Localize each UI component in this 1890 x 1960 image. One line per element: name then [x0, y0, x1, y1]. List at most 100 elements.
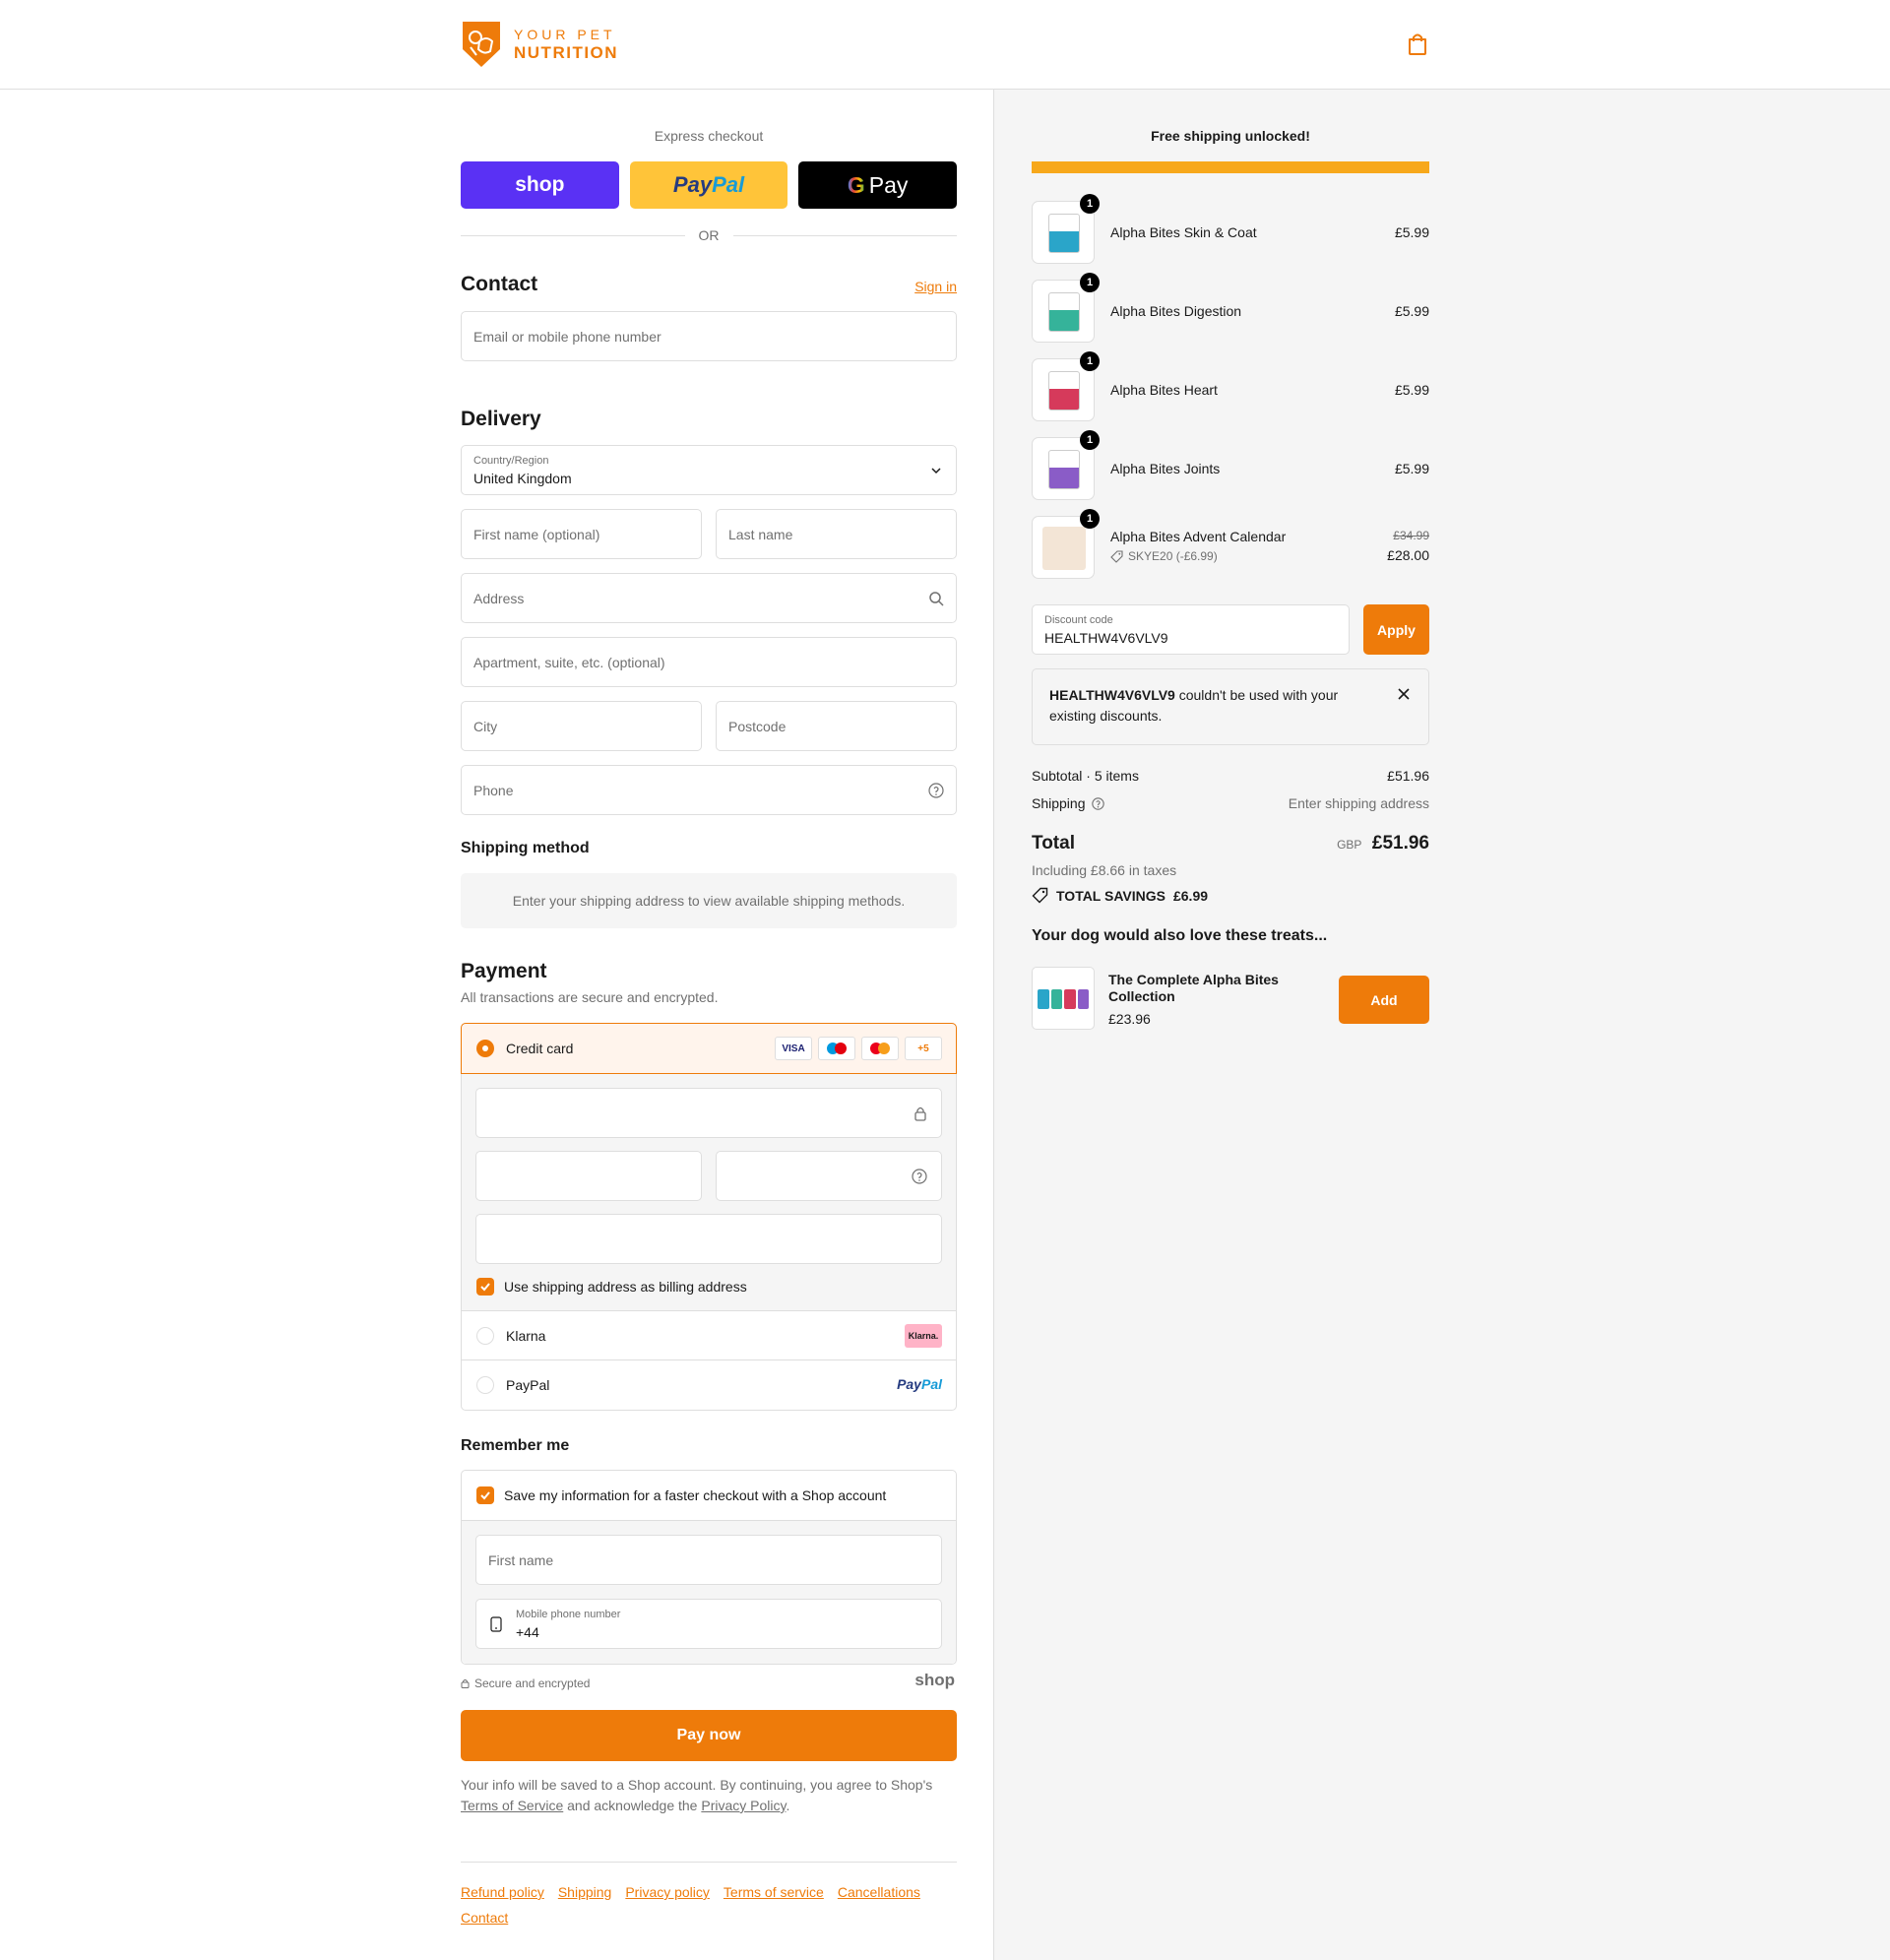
klarna-option[interactable]: Klarna Klarna.	[462, 1311, 956, 1360]
close-icon[interactable]	[1395, 685, 1413, 703]
pay-now-button[interactable]: Pay now	[461, 1710, 957, 1761]
footer-terms-of-service[interactable]: Terms of service	[724, 1884, 824, 1900]
sign-in-link[interactable]: Sign in	[914, 279, 957, 294]
visa-icon: VISA	[775, 1037, 812, 1060]
contact-title: Contact	[461, 273, 538, 295]
paypal-radio[interactable]	[476, 1376, 494, 1394]
country-select[interactable]: Country/Region United Kingdom	[461, 445, 957, 495]
payment-subtitle: All transactions are secure and encrypte…	[461, 989, 719, 1005]
shop-first-name-field[interactable]: First name	[475, 1535, 942, 1585]
paypal-logo-1: Pay	[897, 1376, 921, 1392]
footer-links: Refund policy Shipping Privacy policy Terms…	[461, 1879, 957, 1930]
city-placeholder: City	[473, 718, 498, 734]
cart-item-advent: 1 Alpha Bites Advent Calendar SKYE20 (-£…	[1032, 509, 1429, 579]
security-code-field[interactable]	[716, 1151, 942, 1201]
brand-bottom: NUTRITION	[514, 43, 619, 62]
free-shipping-progress	[1032, 161, 1429, 173]
lock-icon	[914, 1106, 926, 1121]
billing-same-checkbox[interactable]	[476, 1278, 494, 1296]
footer-privacy-policy[interactable]: Privacy policy	[625, 1884, 710, 1900]
free-shipping-message: Free shipping unlocked!	[1151, 128, 1310, 144]
shipping-method-message: Enter your shipping address to view avai…	[461, 873, 957, 928]
credit-card-option[interactable]: Credit card VISA +5	[461, 1023, 957, 1074]
postcode-placeholder: Postcode	[728, 718, 787, 734]
discount-code-applied: SKYE20 (-£6.99)	[1128, 549, 1218, 563]
error-code: HEALTHW4V6VLV9	[1049, 687, 1175, 703]
quantity-badge: 1	[1080, 273, 1100, 292]
item-price: £5.99	[1394, 461, 1429, 476]
klarna-radio[interactable]	[476, 1326, 494, 1345]
pet-shield-logo-icon	[463, 22, 500, 67]
or-divider: OR	[461, 227, 957, 243]
upsell-product-packages	[1038, 989, 1089, 1009]
paypal-label-2: Pal	[712, 172, 745, 197]
billing-same-option[interactable]: Use shipping address as billing address	[476, 1278, 747, 1296]
paypal-logo-2: Pal	[920, 1376, 942, 1392]
city-field[interactable]: City	[461, 701, 702, 751]
address-field[interactable]: Address	[461, 573, 957, 623]
shop-account-fields: First name Mobile phone number +44	[462, 1520, 956, 1664]
total-row: Total GBP £51.96	[1032, 833, 1429, 854]
cart-item: 1 Alpha Bites Joints £5.99	[1032, 430, 1429, 500]
google-g-icon: G	[847, 171, 865, 198]
add-upsell-button[interactable]: Add	[1339, 976, 1429, 1024]
chevron-down-icon	[931, 467, 941, 474]
shopping-bag-icon[interactable]	[1407, 32, 1428, 56]
privacy-policy-link[interactable]: Privacy Policy	[701, 1798, 786, 1813]
product-package	[1048, 292, 1080, 332]
help-circle-icon[interactable]	[1091, 796, 1104, 810]
shop-first-name-placeholder: First name	[488, 1551, 554, 1568]
savings-value: £6.99	[1172, 887, 1209, 904]
terms-of-service-link[interactable]: Terms of Service	[461, 1798, 563, 1813]
item-original-price: £34.99	[1393, 529, 1429, 542]
footer-cancellations[interactable]: Cancellations	[838, 1884, 920, 1900]
logo[interactable]: YOUR PET NUTRITION	[461, 20, 618, 69]
footer-refund-policy[interactable]: Refund policy	[461, 1884, 544, 1900]
footer-contact[interactable]: Contact	[461, 1910, 508, 1926]
legal-text-1: Your info will be saved to a Shop accoun…	[461, 1777, 933, 1793]
email-field[interactable]: Email or mobile phone number	[461, 311, 957, 361]
footer-divider	[461, 1862, 957, 1863]
help-circle-icon[interactable]	[912, 1169, 927, 1184]
product-package	[1048, 214, 1080, 253]
more-cards-badge: +5	[905, 1037, 942, 1060]
phone-field[interactable]: Phone	[461, 765, 957, 815]
secure-label: Secure and encrypted	[474, 1676, 591, 1690]
credit-card-radio[interactable]	[476, 1040, 494, 1057]
product-package	[1048, 371, 1080, 411]
paypal-label: PayPal	[506, 1377, 550, 1393]
shipping-value: Enter shipping address	[1288, 795, 1429, 811]
klarna-logo: Klarna.	[905, 1324, 942, 1348]
upsell-title: Your dog would also love these treats...	[1032, 927, 1328, 944]
quantity-badge: 1	[1080, 351, 1100, 371]
name-on-card-field[interactable]	[475, 1214, 942, 1264]
upsell-product-image	[1032, 967, 1095, 1030]
card-number-field[interactable]	[475, 1088, 942, 1138]
apartment-field[interactable]: Apartment, suite, etc. (optional)	[461, 637, 957, 687]
subtotal-row: Subtotal · 5 items £51.96	[1032, 768, 1429, 784]
mobile-phone-field[interactable]: Mobile phone number +44	[475, 1599, 942, 1649]
apply-discount-button[interactable]: Apply	[1363, 604, 1429, 655]
quantity-badge: 1	[1080, 194, 1100, 214]
paypal-option[interactable]: PayPal PayPal	[462, 1360, 956, 1410]
subtotal-value: £51.96	[1387, 768, 1429, 784]
save-info-checkbox[interactable]	[476, 1486, 494, 1504]
legal-text-3: .	[786, 1798, 790, 1813]
footer-shipping[interactable]: Shipping	[558, 1884, 612, 1900]
subtotal-label: Subtotal · 5 items	[1032, 768, 1139, 784]
paypal-button[interactable]: Pay Pal	[629, 161, 788, 209]
first-name-field[interactable]: First name (optional)	[461, 509, 702, 559]
help-circle-icon[interactable]	[928, 782, 944, 798]
discount-code-field[interactable]: Discount code HEALTHW4V6VLV9	[1032, 604, 1350, 655]
shop-pay-button[interactable]: shop	[461, 161, 619, 209]
item-name: Alpha Bites Heart	[1110, 382, 1218, 398]
total-label: Total	[1032, 833, 1075, 854]
remember-me-box: Save my information for a faster checkou…	[461, 1470, 957, 1665]
shipping-row: Shipping Enter shipping address	[1032, 795, 1429, 811]
product-package	[1048, 450, 1080, 489]
last-name-field[interactable]: Last name	[716, 509, 957, 559]
postcode-field[interactable]: Postcode	[716, 701, 957, 751]
expiry-field[interactable]	[475, 1151, 702, 1201]
google-pay-button[interactable]: G Pay	[798, 161, 958, 209]
save-info-option[interactable]: Save my information for a faster checkou…	[476, 1471, 886, 1520]
